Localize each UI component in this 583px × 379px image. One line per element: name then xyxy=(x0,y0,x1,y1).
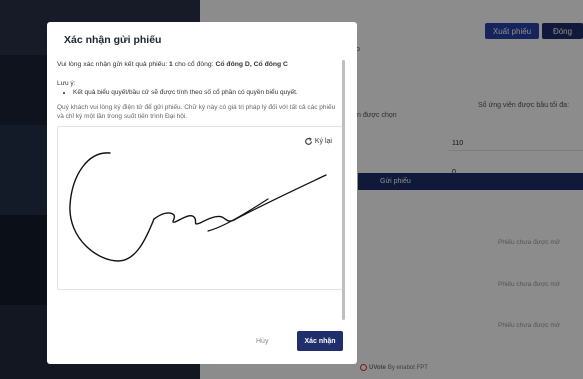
modal-title: Xác nhận gửi phiếu xyxy=(64,34,162,46)
modal-scrollbar[interactable] xyxy=(342,60,345,320)
cancel-button[interactable]: Hủy xyxy=(256,338,268,345)
modal-body: Vui lòng xác nhận gửi kết quả phiếu: 1 c… xyxy=(57,60,342,320)
note-item: Kết quả biểu quyết/bầu cử sẽ được tính t… xyxy=(73,88,342,97)
signature-pad[interactable]: Ký lại xyxy=(57,126,342,290)
confirm-intro: Vui lòng xác nhận gửi kết quả phiếu: 1 c… xyxy=(57,61,288,68)
signature-instruction: Quý khách vui lòng ký điện tử để gửi phi… xyxy=(57,104,336,120)
signature-stroke xyxy=(69,152,327,262)
shareholder-names: Cổ đông D, Cổ đông C xyxy=(215,61,288,68)
confirm-button[interactable]: Xác nhận xyxy=(297,331,343,351)
note-list: Kết quả biểu quyết/bầu cử sẽ được tính t… xyxy=(57,88,342,97)
confirm-submit-modal: Xác nhận gửi phiếu Vui lòng xác nhận gửi… xyxy=(47,22,357,364)
note-label: Lưu ý: xyxy=(57,80,76,87)
